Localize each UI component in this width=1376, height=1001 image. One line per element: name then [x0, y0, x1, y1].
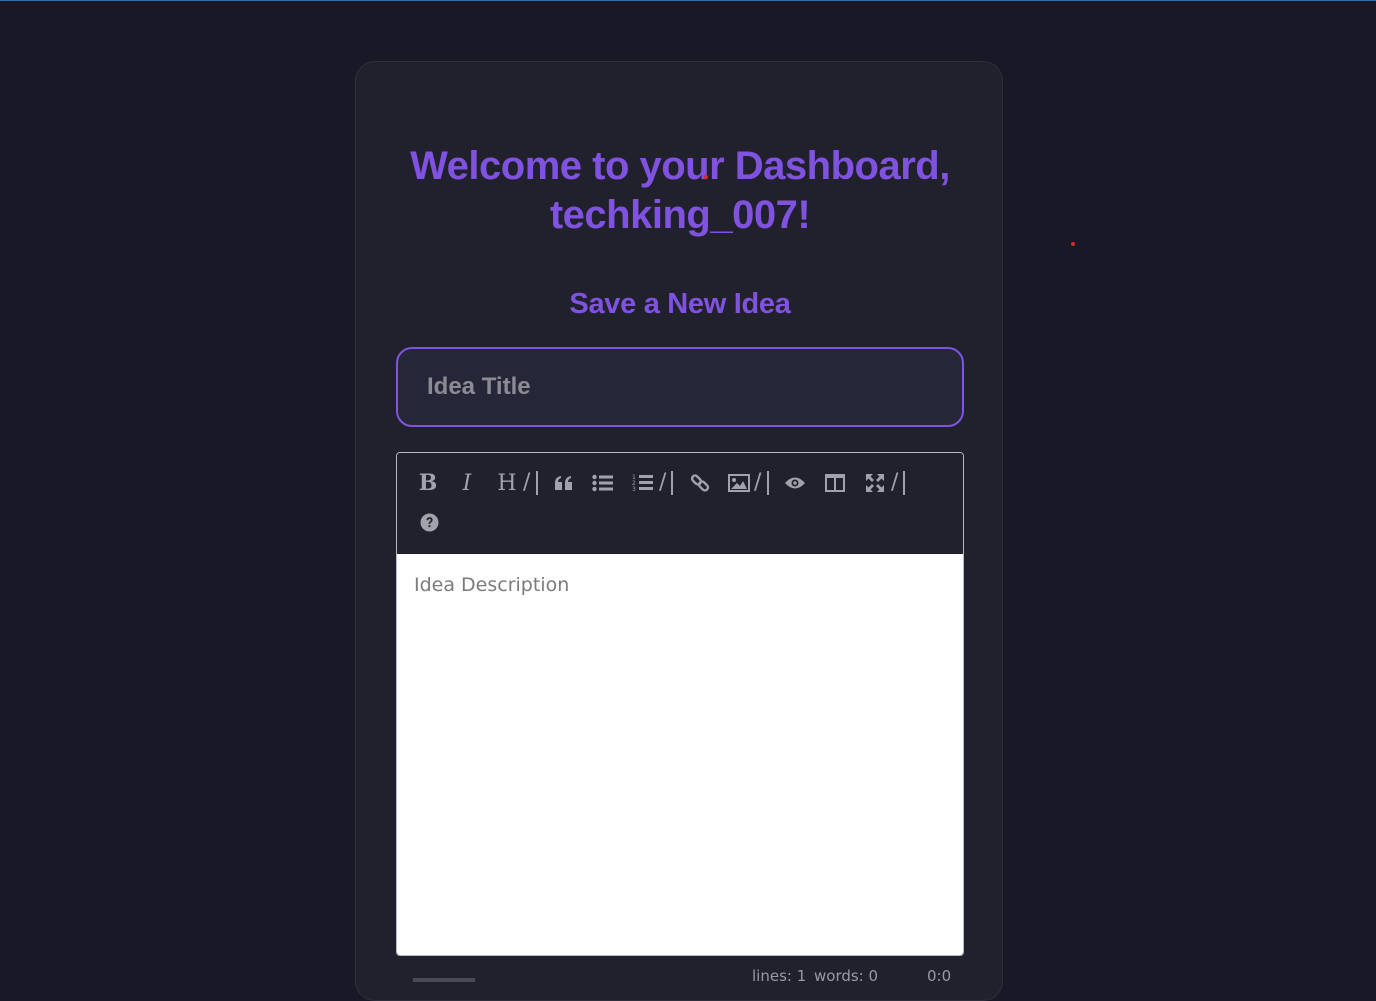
welcome-line-1: Welcome to your Dashboard, [410, 144, 950, 188]
heading-icon: H [497, 470, 517, 496]
editor-statusbar: lines: 1 words: 0 0:0 [396, 965, 964, 985]
heading-button[interactable]: H [492, 468, 522, 498]
quote-icon [555, 476, 572, 490]
status-words: words: 0 [814, 967, 879, 985]
toolbar-separator [536, 471, 538, 495]
markdown-guide-button[interactable] [414, 507, 444, 537]
italic-icon: I [462, 470, 472, 496]
fullscreen-icon [866, 474, 884, 492]
cursor-marker [1071, 242, 1075, 246]
status-cursor: 0:0 [927, 967, 952, 985]
toolbar-separator [903, 471, 905, 495]
ordered-list-icon: 1 2 3 [632, 474, 653, 493]
image-icon [728, 474, 750, 492]
markdown-editor: B I H / 1 2 3 / / / Idea Description [396, 452, 964, 956]
link-icon [690, 474, 710, 492]
dashboard-card: Welcome to your Dashboard, techking_007!… [355, 61, 1003, 1001]
unordered-list-button[interactable] [588, 468, 618, 498]
side-by-side-button[interactable] [820, 468, 850, 498]
italic-button[interactable]: I [452, 468, 482, 498]
toolbar-separator [671, 471, 673, 495]
top-border [0, 0, 1376, 1]
welcome-username: techking_007! [549, 193, 811, 237]
toolbar-separator: / [659, 470, 667, 495]
svg-text:3: 3 [632, 486, 636, 493]
question-icon [420, 513, 438, 531]
toolbar-separator: / [754, 470, 762, 495]
bold-icon: B [418, 470, 438, 496]
editor-toolbar: B I H / 1 2 3 / / / [397, 453, 963, 554]
toolbar-separator: / [891, 470, 899, 495]
idea-description-textarea[interactable] [397, 554, 963, 955]
statusbar-indicator [413, 978, 475, 982]
ordered-list-button[interactable]: 1 2 3 [628, 468, 658, 498]
welcome-heading: Welcome to your Dashboard, techking_007! [356, 142, 1004, 240]
toolbar-separator: / [523, 470, 531, 495]
columns-icon [825, 474, 845, 492]
eye-icon [785, 477, 805, 489]
toolbar-separator [767, 471, 769, 495]
idea-title-input[interactable] [396, 347, 964, 427]
image-button[interactable] [724, 468, 754, 498]
fullscreen-button[interactable] [860, 468, 890, 498]
quote-button[interactable] [549, 468, 579, 498]
preview-button[interactable] [780, 468, 810, 498]
status-lines: lines: 1 [752, 967, 807, 985]
save-idea-heading: Save a New Idea [569, 288, 791, 320]
link-button[interactable] [685, 468, 715, 498]
cursor-marker [704, 175, 708, 179]
bold-button[interactable]: B [413, 468, 443, 498]
unordered-list-icon [592, 474, 613, 492]
